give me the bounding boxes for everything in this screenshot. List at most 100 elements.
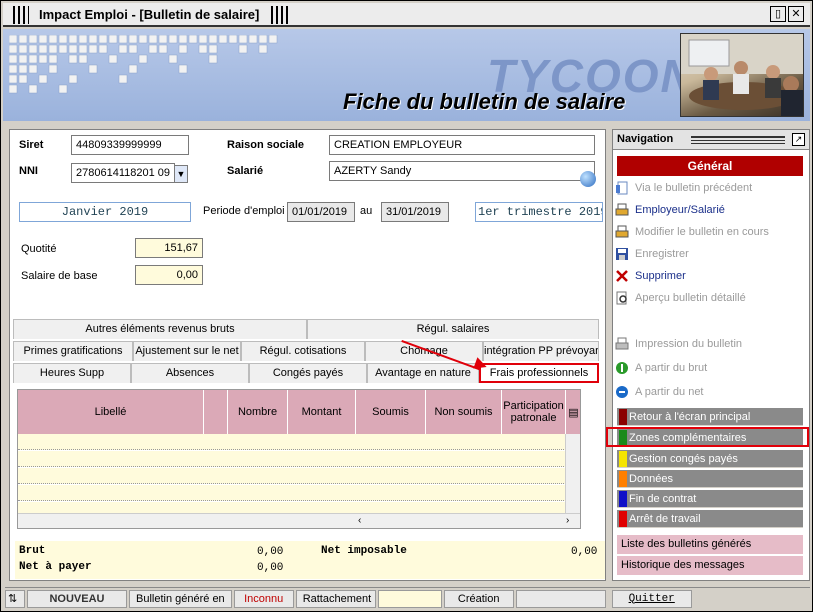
fin-contrat-button[interactable]: Fin de contrat <box>617 490 803 508</box>
table-row[interactable] <box>18 434 566 450</box>
tab-conges-payes[interactable]: Congés payés <box>249 363 367 383</box>
net-imposable-value: 0,00 <box>571 546 598 558</box>
horizontal-scrollbar[interactable]: ‹ › <box>18 513 580 528</box>
tab-avantage-nature[interactable]: Avantage en nature <box>367 363 479 383</box>
genere-value: Inconnu <box>233 589 294 608</box>
quit-button[interactable]: Quitter <box>611 589 692 608</box>
scroll-left-icon[interactable]: ‹ <box>358 515 361 526</box>
nni-select[interactable]: 2780614118201 09 <box>71 163 175 183</box>
table-row[interactable] <box>18 468 566 484</box>
rattachement-field[interactable] <box>377 589 442 608</box>
vertical-scrollbar[interactable] <box>565 434 580 514</box>
nav-bulletin-precedent[interactable]: Via le bulletin précédent <box>616 181 752 195</box>
rattachement-label: Rattachement <box>295 589 376 608</box>
main-window: Impact Emploi - [Bulletin de salaire] ▯ … <box>0 0 813 612</box>
nav-item-label: Aperçu bulletin détaillé <box>635 292 746 304</box>
retour-ecran-principal-button[interactable]: Retour à l'écran principal <box>617 408 803 426</box>
title-grip <box>271 6 291 24</box>
nav-employeur-salarie[interactable]: Employeur/Salarié <box>615 203 725 216</box>
nav-supprimer[interactable]: Supprimer <box>616 270 686 282</box>
color-swatch <box>619 491 627 507</box>
chevron-down-icon[interactable]: ▼ <box>174 165 188 183</box>
section-general[interactable]: Général <box>617 156 803 176</box>
tab-primes[interactable]: Primes gratifications <box>13 341 133 361</box>
gestion-conges-button[interactable]: Gestion congés payés <box>617 450 803 468</box>
nav-item-label: Employeur/Salarié <box>635 204 725 216</box>
period-start-field[interactable]: 01/01/2019 <box>287 202 355 222</box>
printer-icon <box>615 337 629 350</box>
genere-label: Bulletin généré en <box>129 589 232 608</box>
tab-strip: Autres éléments revenus bruts Régul. sal… <box>13 319 599 385</box>
creation-label: Création <box>443 589 514 608</box>
data-grid: Libellé Nombre Montant Soumis Non soumis… <box>17 389 581 529</box>
scroll-right-icon[interactable]: › <box>566 515 569 526</box>
tab-frais-professionnels[interactable]: Frais professionnels <box>479 363 599 383</box>
arret-travail-button[interactable]: Arrêt de travail <box>617 510 803 528</box>
green-arrow-icon <box>616 362 628 374</box>
net-imposable-label: Net imposable <box>321 545 407 557</box>
brut-label: Brut <box>19 545 46 557</box>
header-banner: TYCOON Fiche du bulletin de salaire <box>3 29 810 121</box>
historique-messages-button[interactable]: Historique des messages <box>617 556 803 575</box>
color-swatch <box>619 409 627 425</box>
printer-icon <box>615 203 629 216</box>
siret-label: Siret <box>19 139 44 151</box>
tab-regul-salaires[interactable]: Régul. salaires <box>307 319 599 339</box>
month-field[interactable]: Janvier 2019 <box>19 202 191 222</box>
nav-modifier-bulletin[interactable]: Modifier le bulletin en cours <box>615 225 769 238</box>
column-libelle[interactable]: Libellé <box>18 390 204 434</box>
grid-settings-icon[interactable]: ▤ <box>566 390 580 434</box>
header-grip <box>691 136 785 144</box>
nav-enregistrer[interactable]: Enregistrer <box>616 248 689 260</box>
color-swatch <box>619 471 627 487</box>
donnees-conventionnelles-button[interactable]: Données conventionnelles,Pénibilité <box>617 470 803 503</box>
totals-panel: Brut 0,00 Net à payer 0,00 Net imposable… <box>15 541 605 579</box>
navigation-title: Navigation <box>617 133 674 145</box>
nav-partir-net[interactable]: A partir du net <box>616 386 704 398</box>
quarter-field[interactable]: 1er trimestre 2019 <box>475 202 603 222</box>
page-title: Fiche du bulletin de salaire <box>343 89 626 114</box>
period-end-field[interactable]: 31/01/2019 <box>381 202 449 222</box>
liste-bulletins-button[interactable]: Liste des bulletins générés <box>617 535 803 554</box>
printer-icon <box>615 225 629 238</box>
title-bar: Impact Emploi - [Bulletin de salaire] ▯ … <box>3 3 810 27</box>
quotite-field[interactable]: 151,67 <box>135 238 203 258</box>
salarie-field[interactable]: AZERTY Sandy <box>329 161 595 181</box>
tab-autres-elements[interactable]: Autres éléments revenus bruts <box>13 319 307 339</box>
close-button[interactable]: ✕ <box>788 6 804 22</box>
tab-chomage[interactable]: Chômage <box>365 341 483 361</box>
status-text: NOUVEAU <box>27 589 127 608</box>
column-blank[interactable] <box>204 390 228 434</box>
tab-regul-cotisations[interactable]: Régul. cotisations <box>241 341 365 361</box>
raison-sociale-label: Raison sociale <box>227 139 305 151</box>
column-soumis[interactable]: Soumis <box>356 390 426 434</box>
nav-apercu[interactable]: Aperçu bulletin détaillé <box>616 291 746 305</box>
salaire-base-field[interactable]: 0,00 <box>135 265 203 285</box>
tab-absences[interactable]: Absences <box>131 363 249 383</box>
table-row[interactable] <box>18 451 566 467</box>
tab-ajustement-net[interactable]: Ajustement sur le net <box>133 341 241 361</box>
nav-item-label: Enregistrer <box>635 248 689 260</box>
navigation-header: Navigation ↗ <box>613 130 809 150</box>
color-swatch <box>619 451 627 467</box>
column-montant[interactable]: Montant <box>288 390 356 434</box>
column-participation[interactable]: Participation patronale <box>502 390 566 434</box>
table-row[interactable] <box>18 485 566 501</box>
column-non-soumis[interactable]: Non soumis <box>426 390 502 434</box>
salaire-base-label: Salaire de base <box>21 270 98 282</box>
nav-partir-brut[interactable]: A partir du brut <box>616 362 707 374</box>
expand-icon[interactable]: ↗ <box>792 133 805 146</box>
page-icon <box>616 181 628 195</box>
window-title: Impact Emploi - [Bulletin de salaire] <box>39 7 260 22</box>
column-nombre[interactable]: Nombre <box>228 390 288 434</box>
siret-field[interactable]: 44809339999999 <box>71 135 189 155</box>
delete-icon <box>616 270 628 282</box>
tab-integration-pp[interactable]: intégration PP prévoyar <box>483 341 599 361</box>
globe-icon[interactable] <box>580 171 596 187</box>
nav-impression[interactable]: Impression du bulletin <box>615 337 742 350</box>
save-icon <box>616 248 628 260</box>
raison-sociale-field[interactable]: CREATION EMPLOYEUR <box>329 135 595 155</box>
nav-item-label: Modifier le bulletin en cours <box>635 226 769 238</box>
tab-heures-supp[interactable]: Heures Supp <box>13 363 131 383</box>
restore-button[interactable]: ▯ <box>770 6 786 22</box>
